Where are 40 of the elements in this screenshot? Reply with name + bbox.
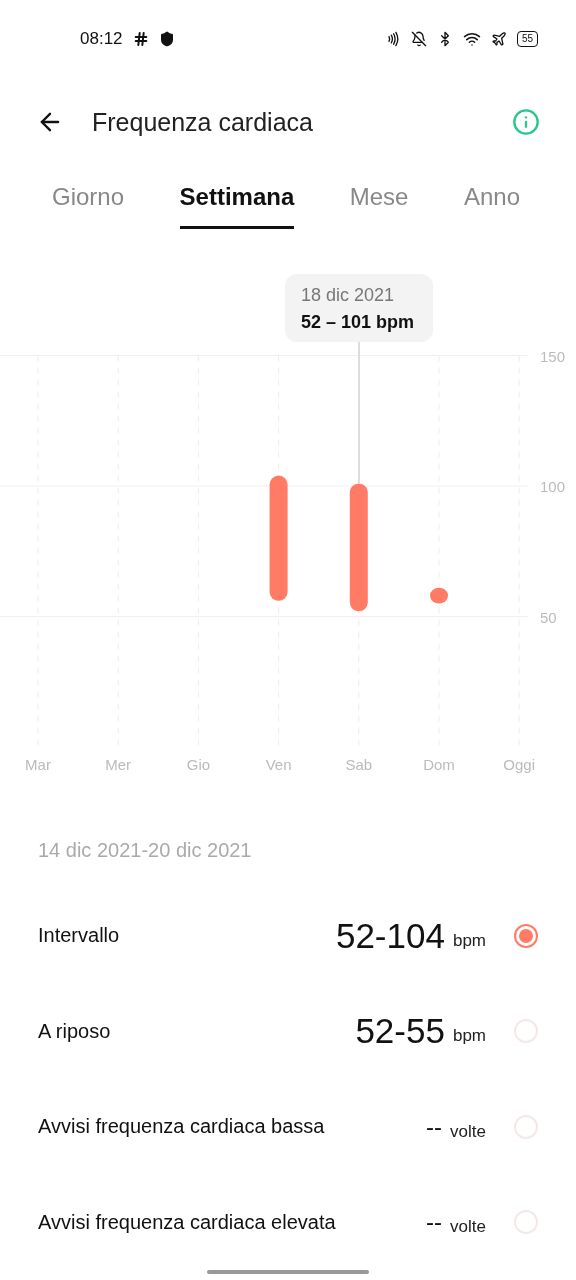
tab[interactable]: Settimana [179,167,295,229]
stat-unit: volte [450,1121,486,1142]
stat-value: 52-104 [335,915,445,956]
axis-label: Gio [186,755,211,773]
stat-unit: bpm [452,1026,486,1047]
stat-label: Avvisi frequenza cardiaca bassa [38,1115,326,1139]
tab[interactable]: Mese [349,167,409,229]
stat-label: A riposo [38,1019,112,1043]
radio-button[interactable] [514,923,538,948]
axis-label: Mar [25,755,51,773]
clock: 08:12 [80,28,123,49]
info-icon[interactable] [512,108,540,137]
tab[interactable]: Anno [463,167,520,229]
page-title: Frequenza cardiaca [92,107,314,137]
tab[interactable]: Giorno [52,167,125,229]
axis-label: Mer [105,755,132,773]
shield-icon [158,30,175,47]
range-bar [430,587,448,603]
stat-value: 52-55 [355,1011,445,1052]
stat-unit: bpm [452,930,486,951]
stat-value: -- [426,1112,443,1141]
date-range: 14 dic 2021-20 dic 2021 [37,837,253,863]
hash-icon [132,30,149,47]
stat-unit: volte [450,1217,486,1238]
mute-icon [410,30,427,47]
axis-tick-label: 100 [540,477,566,495]
stat-label: Intervallo [38,924,121,948]
axis-label: Dom [423,755,455,773]
tooltip-value: 52 – 101 bpm [301,311,416,333]
airplane-icon [490,30,507,47]
axis-label: Sab [345,755,373,773]
battery-level: 55 [516,30,538,47]
home-indicator[interactable] [207,1270,369,1274]
tooltip-date: 18 dic 2021 [301,284,396,306]
axis-label: Ven [265,755,292,773]
axis-tick-label: 50 [540,608,557,626]
axis-tick-label: 150 [540,347,566,365]
axis-label: Oggi [503,755,536,773]
stat-value: -- [426,1208,443,1237]
stat-label: Avvisi frequenza cardiaca elevata [38,1210,337,1234]
